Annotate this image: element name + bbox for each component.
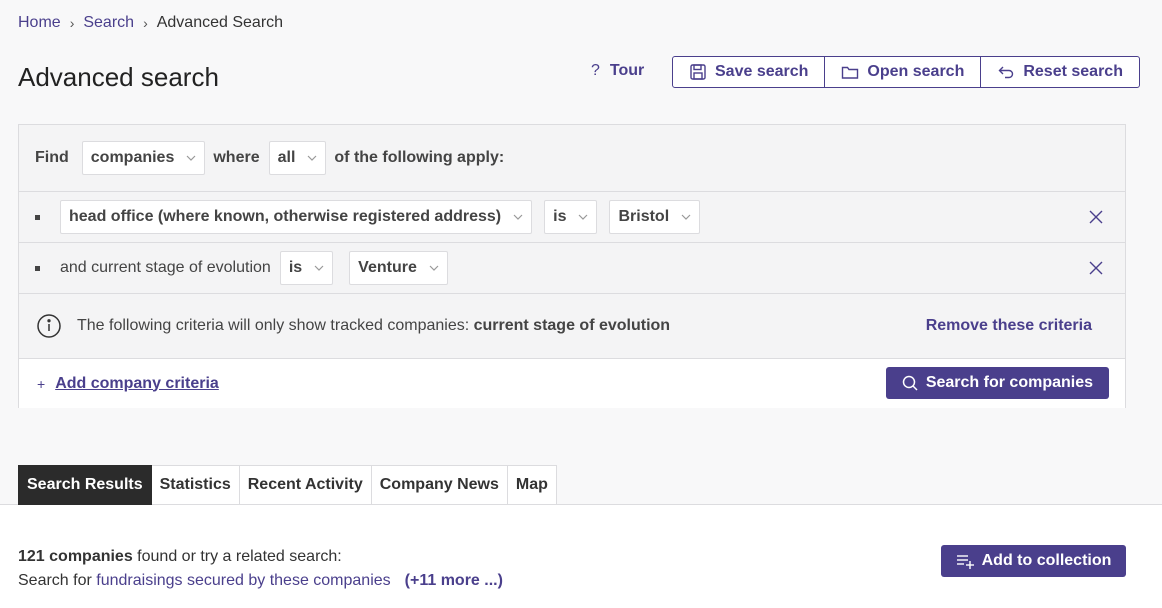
related-search: Search for fundraisings secured by these… (18, 572, 503, 590)
question-icon: ? (591, 62, 600, 79)
save-icon (690, 64, 706, 80)
operator-select[interactable]: is (279, 251, 334, 285)
search-icon (902, 375, 918, 391)
open-search-label: Open search (867, 63, 965, 80)
results-summary: 121 companies found or try a related sea… (18, 548, 342, 566)
tour-label: Tour (609, 62, 645, 79)
reset-search-label: Reset search (1023, 63, 1123, 80)
entity-select-value: companies (90, 149, 175, 166)
entity-select[interactable]: companies (81, 141, 206, 175)
bullet-icon (35, 214, 40, 220)
value-select[interactable]: Bristol (609, 200, 701, 234)
match-select-value: all (277, 149, 296, 166)
related-search-link[interactable]: fundraisings secured by these companies (96, 572, 390, 589)
criterion-row: head office (where known, otherwise regi… (19, 192, 1125, 243)
close-icon[interactable] (1089, 261, 1103, 275)
breadcrumb-home-link[interactable]: Home (18, 14, 61, 32)
undo-icon (998, 66, 1014, 79)
breadcrumb-current: Advanced Search (156, 14, 284, 31)
value-select-value: Venture (358, 259, 417, 276)
tab-statistics[interactable]: Statistics (151, 465, 240, 505)
search-button-label: Search for companies (925, 374, 1093, 391)
value-select-value: Bristol (618, 208, 670, 225)
add-to-collection-button[interactable]: Add to collection (941, 545, 1126, 577)
notice-text: The following criteria will only show tr… (77, 317, 670, 335)
chevron-down-icon (314, 265, 324, 271)
chevron-down-icon (307, 155, 317, 161)
related-prefix: Search for (18, 572, 97, 589)
bullet-icon (35, 265, 40, 271)
add-criteria-link[interactable]: + Add company criteria (37, 375, 219, 393)
breadcrumb-search-link[interactable]: Search (83, 14, 134, 32)
playlist-add-icon (956, 555, 974, 569)
value-select[interactable]: Venture (349, 251, 448, 285)
results-tabs: Search Results Statistics Recent Activit… (18, 465, 557, 505)
open-search-button[interactable]: Open search (824, 57, 980, 87)
match-select[interactable]: all (268, 141, 327, 175)
save-search-label: Save search (715, 63, 809, 80)
criteria-panel: Find companies where all of the followin… (18, 124, 1126, 408)
results-found-text: found or try a related search: (132, 548, 342, 565)
folder-icon (842, 66, 859, 79)
info-icon (37, 314, 61, 338)
operator-select[interactable]: is (544, 200, 598, 234)
results-count: 121 companies (18, 548, 133, 565)
search-actions-group: Save search Open search Reset search (672, 56, 1140, 88)
close-icon[interactable] (1089, 210, 1103, 224)
find-row: Find companies where all of the followin… (19, 125, 1125, 192)
breadcrumb: Home › Search › Advanced Search (18, 14, 283, 32)
criterion-row: and current stage of evolution is Ventur… (19, 243, 1125, 294)
field-select-value: head office (where known, otherwise regi… (69, 208, 502, 225)
find-label: Find (35, 149, 69, 166)
save-search-button[interactable]: Save search (673, 57, 824, 87)
chevron-down-icon (579, 214, 588, 220)
field-select[interactable]: head office (where known, otherwise regi… (60, 200, 533, 234)
add-criteria-label: Add company criteria (55, 374, 219, 392)
tab-map[interactable]: Map (507, 465, 557, 505)
plus-icon: + (37, 375, 46, 392)
chevron-right-icon: › (143, 15, 148, 31)
reset-search-button[interactable]: Reset search (980, 57, 1139, 87)
chevron-down-icon (513, 214, 523, 220)
tab-company-news[interactable]: Company News (371, 465, 508, 505)
where-label: where (213, 149, 260, 166)
remove-criteria-link[interactable]: Remove these criteria (926, 317, 1092, 335)
page-title: Advanced search (18, 62, 219, 92)
tracked-notice: The following criteria will only show tr… (19, 294, 1125, 359)
more-related-link[interactable]: (+11 more ...) (405, 572, 503, 589)
notice-text-main: The following criteria will only show tr… (77, 317, 474, 334)
tab-recent-activity[interactable]: Recent Activity (239, 465, 372, 505)
add-to-collection-label: Add to collection (981, 552, 1112, 569)
operator-select-value: is (553, 208, 567, 225)
search-for-companies-button[interactable]: Search for companies (885, 367, 1109, 399)
operator-select-value: is (288, 259, 303, 276)
chevron-right-icon: › (69, 15, 75, 31)
notice-text-bold: current stage of evolution (473, 317, 671, 334)
tour-button[interactable]: ? Tour (591, 62, 644, 80)
chevron-down-icon (681, 214, 691, 220)
criteria-footer: + Add company criteria Search for compan… (19, 359, 1125, 408)
apply-label: of the following apply: (334, 149, 505, 166)
criterion-prefix: and current stage of evolution (60, 259, 271, 276)
tab-search-results[interactable]: Search Results (18, 465, 152, 505)
chevron-down-icon (186, 155, 196, 161)
chevron-down-icon (429, 265, 439, 271)
